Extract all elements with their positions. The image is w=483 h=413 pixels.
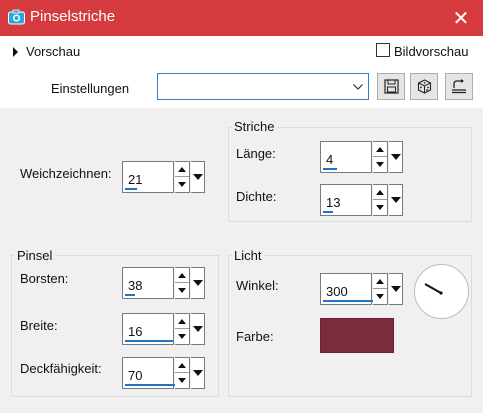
- close-button[interactable]: ✕: [439, 0, 483, 36]
- randomize-button[interactable]: [410, 73, 438, 100]
- arrow-down-icon: [376, 162, 384, 167]
- preview-label: Vorschau: [26, 44, 81, 59]
- arrow-up-icon: [178, 272, 186, 278]
- dropdown-arrow-icon: [192, 370, 203, 376]
- spin-up-button[interactable]: [175, 314, 189, 329]
- arrow-down-icon: [178, 378, 186, 383]
- window-title: Pinselstriche: [30, 8, 116, 25]
- angle-needle-icon: [424, 283, 443, 295]
- dropdown-arrow-icon: [192, 326, 203, 332]
- arrow-down-icon: [376, 294, 384, 299]
- bild-preview-label: Bildvorschau: [394, 44, 469, 59]
- spin-down-button[interactable]: [175, 329, 189, 344]
- spin-down-button[interactable]: [175, 283, 189, 298]
- dice-icon: [417, 79, 431, 94]
- farbe-label: Farbe:: [236, 329, 274, 344]
- winkel-label: Winkel:: [236, 278, 279, 293]
- arrow-up-icon: [376, 189, 384, 195]
- settings-combobox[interactable]: [157, 73, 369, 100]
- title-bar: Pinselstriche ✕: [0, 0, 483, 36]
- weichzeichnen-input[interactable]: 21: [122, 161, 174, 193]
- deckfaehigkeit-input[interactable]: 70: [122, 357, 175, 389]
- laenge-label: Länge:: [236, 146, 276, 161]
- angle-dial[interactable]: [414, 264, 469, 319]
- dichte-label: Dichte:: [236, 189, 277, 204]
- close-icon: ✕: [452, 7, 470, 30]
- preset-dropdown-button[interactable]: [191, 313, 205, 345]
- winkel-input[interactable]: 300: [320, 273, 373, 305]
- arrow-up-icon: [178, 362, 186, 368]
- arrow-down-icon: [376, 205, 384, 210]
- weichzeichnen-label: Weichzeichnen:: [20, 166, 112, 181]
- pinsel-group-title: Pinsel: [14, 248, 56, 263]
- spin-down-button[interactable]: [373, 157, 387, 172]
- spin-down-button[interactable]: [373, 289, 387, 304]
- dropdown-arrow-icon: [390, 154, 401, 160]
- spin-up-button[interactable]: [175, 358, 189, 373]
- preset-dropdown-button[interactable]: [389, 184, 403, 216]
- laenge-input[interactable]: 4: [320, 141, 372, 173]
- reset-icon: [452, 79, 466, 94]
- preset-dropdown-button[interactable]: [389, 273, 403, 305]
- borsten-input[interactable]: 38: [122, 267, 174, 299]
- dichte-input[interactable]: 13: [320, 184, 372, 216]
- arrow-up-icon: [178, 318, 186, 324]
- arrow-up-icon: [178, 166, 186, 172]
- spin-up-button[interactable]: [373, 274, 387, 289]
- dropdown-arrow-icon: [192, 280, 203, 286]
- reset-button[interactable]: [445, 73, 473, 100]
- deckfaehigkeit-label: Deckfähigkeit:: [20, 361, 102, 376]
- licht-group-title: Licht: [231, 248, 265, 263]
- breite-input[interactable]: 16: [122, 313, 174, 345]
- arrow-down-icon: [178, 334, 186, 339]
- farbe-color-swatch[interactable]: [320, 318, 394, 353]
- preset-dropdown-button[interactable]: [191, 161, 205, 193]
- borsten-label: Borsten:: [20, 271, 69, 286]
- triangle-right-icon: [13, 47, 18, 57]
- breite-label: Breite:: [20, 318, 58, 333]
- preset-dropdown-button[interactable]: [191, 267, 205, 299]
- striche-group-title: Striche: [231, 119, 278, 134]
- save-preset-button[interactable]: [377, 73, 405, 100]
- arrow-up-icon: [376, 278, 384, 284]
- chevron-down-icon: [352, 78, 364, 95]
- dropdown-arrow-icon: [192, 174, 203, 180]
- settings-label: Einstellungen: [51, 81, 130, 96]
- camera-icon: [8, 9, 25, 25]
- spin-down-button[interactable]: [373, 200, 387, 215]
- spin-up-button[interactable]: [373, 185, 387, 200]
- bild-preview-checkbox[interactable]: [376, 43, 390, 57]
- spin-up-button[interactable]: [175, 162, 189, 177]
- arrow-down-icon: [178, 288, 186, 293]
- spin-down-button[interactable]: [175, 373, 189, 388]
- dropdown-arrow-icon: [390, 286, 401, 292]
- arrow-down-icon: [178, 182, 186, 187]
- arrow-up-icon: [376, 146, 384, 152]
- spin-down-button[interactable]: [175, 177, 189, 192]
- spin-up-button[interactable]: [373, 142, 387, 157]
- preset-dropdown-button[interactable]: [389, 141, 403, 173]
- preset-dropdown-button[interactable]: [191, 357, 205, 389]
- spin-up-button[interactable]: [175, 268, 189, 283]
- save-icon: [383, 79, 399, 94]
- dropdown-arrow-icon: [390, 197, 401, 203]
